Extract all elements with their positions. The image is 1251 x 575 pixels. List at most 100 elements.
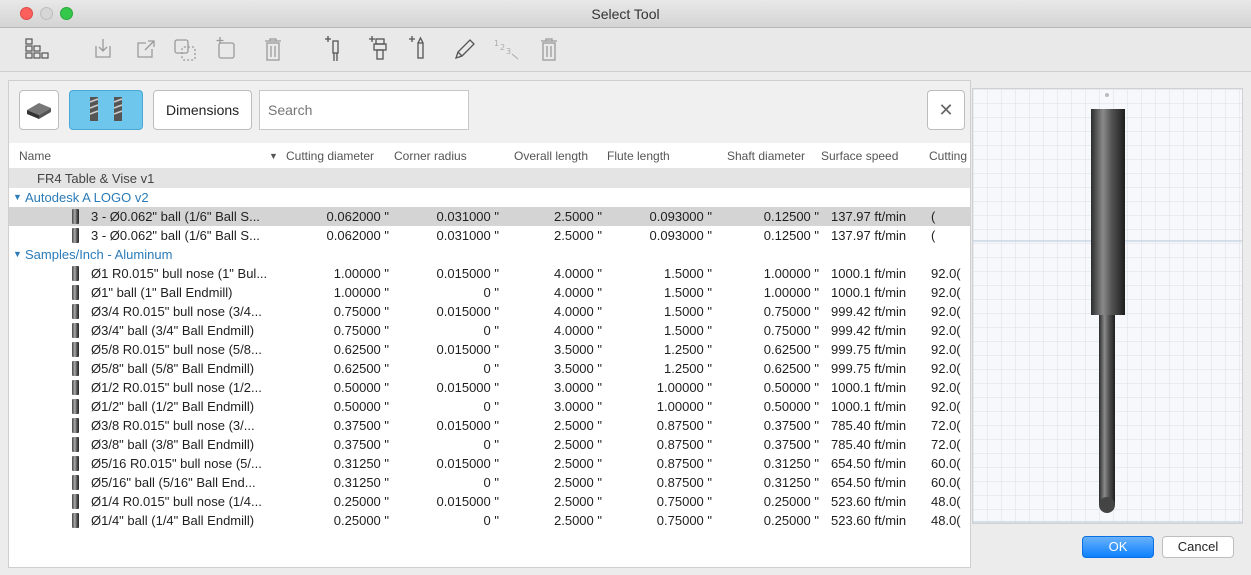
table-row[interactable]: Ø3/8 R0.015" bull nose (3/... 0.37500 " 0.…	[9, 416, 970, 435]
cell-flute-length: 1.00000 "	[656, 380, 712, 395]
table-row[interactable]: 3 - Ø0.062" ball (1/6" Ball S... 0.062000…	[9, 207, 970, 226]
column-header-corner-radius[interactable]: Corner radius	[394, 143, 494, 169]
table-row[interactable]: Ø1/4 R0.015" bull nose (1/4... 0.25000 " 0…	[9, 492, 970, 511]
tool-name: Ø1/2" ball (1/2" Ball Endmill)	[91, 399, 255, 414]
endmill-icon	[72, 323, 79, 338]
table-row[interactable]: Ø1/4" ball (1/4" Ball Endmill) 0.25000 " 0…	[9, 511, 970, 530]
cancel-button[interactable]: Cancel	[1162, 536, 1234, 558]
cell-flute-length: 1.5000 "	[664, 323, 712, 338]
disclosure-triangle-icon[interactable]: ▼	[13, 245, 22, 264]
cell-surface-speed: 999.75 ft/min	[831, 361, 907, 376]
cell-surface-speed: 999.42 ft/min	[831, 304, 907, 319]
title-bar: Select Tool	[0, 0, 1251, 28]
copy-icon[interactable]	[170, 34, 200, 64]
cell-overall-length: 4.0000 "	[554, 304, 602, 319]
column-header-cutting-diameter[interactable]: Cutting diameter	[286, 143, 396, 169]
tool-name: Ø5/16 R0.015" bull nose (5/...	[91, 456, 262, 471]
cell-flute-length: 0.87500 "	[656, 437, 712, 452]
column-header-flute-length[interactable]: Flute length	[607, 143, 707, 169]
cell-cutting-diameter: 0.75000 "	[333, 323, 389, 338]
cell-flute-length: 0.75000 "	[656, 513, 712, 528]
column-header-name[interactable]: Name	[19, 143, 219, 169]
table-row[interactable]: Ø1" ball (1" Ball Endmill) 1.00000 " 0 " 4.…	[9, 283, 970, 302]
tool-list-panel: Dimensions ✕ Name ▼ Cutting diameter Cor…	[8, 80, 971, 568]
group-row[interactable]: ▼ Samples/Inch - Aluminum	[9, 245, 970, 264]
group-name: Autodesk A LOGO v2	[25, 190, 149, 205]
column-header-surface-speed[interactable]: Surface speed	[821, 143, 921, 169]
cell-overall-length: 2.5000 "	[554, 418, 602, 433]
search-input[interactable]	[259, 90, 469, 130]
new-tool-icon[interactable]	[404, 34, 434, 64]
table-row[interactable]: Ø5/8" ball (5/8" Ball Endmill) 0.62500 " 0…	[9, 359, 970, 378]
disclosure-triangle-icon[interactable]: ▼	[13, 188, 22, 207]
endmill-icon	[72, 513, 79, 528]
cell-surface-speed: 785.40 ft/min	[831, 437, 907, 452]
export-icon[interactable]	[130, 34, 160, 64]
cell-cutting-diameter: 0.31250 "	[333, 456, 389, 471]
import-icon[interactable]	[88, 34, 118, 64]
close-icon: ✕	[938, 100, 954, 120]
table-row[interactable]: Ø5/8 R0.015" bull nose (5/8... 0.62500 " 0…	[9, 340, 970, 359]
tool-name: Ø1" ball (1" Ball Endmill)	[91, 285, 233, 300]
column-header-cutting[interactable]: Cutting	[929, 143, 970, 169]
cell-corner-radius: 0 "	[483, 285, 499, 300]
table-row[interactable]: 3 - Ø0.062" ball (1/6" Ball S... 0.062000…	[9, 226, 970, 245]
dimensions-button[interactable]: Dimensions	[153, 90, 253, 130]
table-row[interactable]: Ø1 R0.015" bull nose (1" Bul... 1.00000 "…	[9, 264, 970, 283]
new-mill-tool-icon[interactable]	[320, 34, 350, 64]
cell-surface-speed: 1000.1 ft/min	[831, 380, 907, 395]
cell-shaft-diameter: 0.50000 "	[763, 380, 819, 395]
cell-cutting: 92.0(	[931, 323, 961, 338]
edit-icon[interactable]	[450, 34, 480, 64]
cell-corner-radius: 0.015000 "	[436, 304, 499, 319]
cell-cutting: 72.0(	[931, 437, 961, 452]
new-holder-icon[interactable]	[364, 34, 394, 64]
column-header-overall-length[interactable]: Overall length	[514, 143, 614, 169]
cell-cutting-diameter: 0.31250 "	[333, 475, 389, 490]
tool-name: Ø1/4 R0.015" bull nose (1/4...	[91, 494, 262, 509]
delete-tool-icon[interactable]	[534, 34, 564, 64]
table-row[interactable]: Ø3/4" ball (3/4" Ball Endmill) 0.75000 " 0…	[9, 321, 970, 340]
stock-filter-button[interactable]	[19, 90, 59, 130]
cell-surface-speed: 523.60 ft/min	[831, 494, 907, 509]
delete-library-icon[interactable]	[258, 34, 288, 64]
ok-button[interactable]: OK	[1082, 536, 1154, 558]
column-header-shaft-diameter[interactable]: Shaft diameter	[727, 143, 827, 169]
table-row[interactable]: Ø3/4 R0.015" bull nose (3/4... 0.75000 " 0…	[9, 302, 970, 321]
cell-cutting: 48.0(	[931, 513, 961, 528]
tool-library-icon[interactable]	[20, 34, 50, 64]
cell-corner-radius: 0 "	[483, 513, 499, 528]
stock-icon	[24, 98, 54, 123]
clear-filter-button[interactable]: ✕	[927, 90, 965, 130]
renumber-icon[interactable]: 123	[492, 34, 522, 64]
cell-corner-radius: 0.015000 "	[436, 266, 499, 281]
cell-corner-radius: 0.015000 "	[436, 418, 499, 433]
cell-cutting-diameter: 0.62500 "	[333, 361, 389, 376]
mill-filter-button[interactable]	[69, 90, 143, 130]
sort-descending-icon: ▼	[269, 151, 278, 161]
endmill-icon	[72, 456, 79, 471]
cell-surface-speed: 523.60 ft/min	[831, 513, 907, 528]
table-row[interactable]: Ø5/16" ball (5/16" Ball End... 0.31250 " 0…	[9, 473, 970, 492]
cell-cutting: 92.0(	[931, 361, 961, 376]
cell-corner-radius: 0.031000 "	[436, 209, 499, 224]
cell-shaft-diameter: 1.00000 "	[763, 285, 819, 300]
cell-shaft-diameter: 0.25000 "	[763, 513, 819, 528]
table-row[interactable]: Ø1/2" ball (1/2" Ball Endmill) 0.50000 " 0…	[9, 397, 970, 416]
cell-cutting-diameter: 0.50000 "	[333, 399, 389, 414]
cell-shaft-diameter: 0.37500 "	[763, 418, 819, 433]
cell-surface-speed: 654.50 ft/min	[831, 475, 907, 490]
new-library-icon[interactable]	[212, 34, 242, 64]
cell-corner-radius: 0 "	[483, 399, 499, 414]
cell-cutting: 60.0(	[931, 456, 961, 471]
table-row[interactable]: Ø3/8" ball (3/8" Ball Endmill) 0.37500 " 0…	[9, 435, 970, 454]
endmill-icon	[72, 285, 79, 300]
table-row[interactable]: Ø5/16 R0.015" bull nose (5/... 0.31250 " 0…	[9, 454, 970, 473]
library-row[interactable]: FR4 Table & Vise v1	[9, 169, 970, 188]
cell-surface-speed: 1000.1 ft/min	[831, 285, 907, 300]
table-row[interactable]: Ø1/2 R0.015" bull nose (1/2... 0.50000 " 0…	[9, 378, 970, 397]
svg-text:3: 3	[506, 47, 511, 56]
cell-cutting-diameter: 0.25000 "	[333, 494, 389, 509]
cell-flute-length: 1.5000 "	[664, 266, 712, 281]
group-row[interactable]: ▼ Autodesk A LOGO v2	[9, 188, 970, 207]
